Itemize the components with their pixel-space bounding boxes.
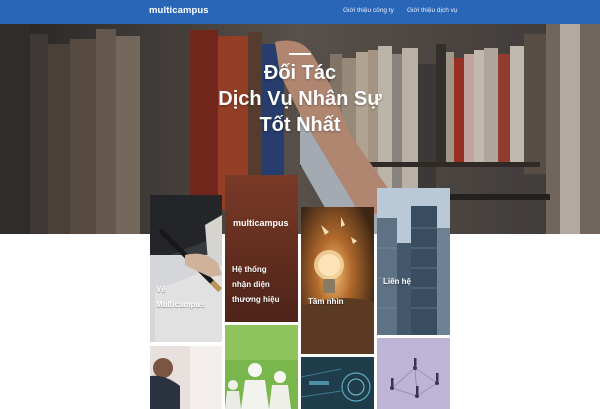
page: multicampus Giới thiệu công ty Giới thiệ… [0, 0, 600, 409]
tile-vision-label: Tầm nhìn [308, 297, 344, 306]
nav-company-intro[interactable]: Giới thiệu công ty [343, 7, 394, 14]
top-nav: multicampus Giới thiệu công ty Giới thiệ… [0, 0, 600, 24]
tile-brand-label-line-2: nhận diện [232, 280, 270, 289]
lightbulb-image [301, 207, 374, 354]
tile-brand-label-line-1: Hệ thống [232, 265, 267, 274]
tile-contact-label: Liên hệ [383, 277, 412, 286]
hero-title-line-2: Dịch Vụ Nhân Sự [218, 88, 382, 110]
person-image [150, 346, 222, 409]
tile-brand-label-line-3: thương hiệu [232, 295, 280, 304]
paper-figures-image [225, 325, 298, 409]
tile-about-label-line-2: Multicampus [156, 300, 205, 309]
tile-vision[interactable]: Tầm nhìn [301, 207, 374, 354]
logo[interactable]: multicampus [149, 5, 209, 16]
pen-writing-image [150, 195, 222, 342]
tile-brand-label: Hệ thống nhận diện thương hiệu [232, 262, 279, 307]
tile-about[interactable]: Về Multicampus [150, 195, 222, 342]
hero-banner: Đối Tác Dịch Vụ Nhân Sự Tốt Nhất [0, 24, 600, 234]
tile-network-people[interactable] [377, 338, 450, 409]
tech-interface-image [301, 357, 374, 409]
hero-decoration-rule [289, 53, 311, 55]
tile-about-label: Về Multicampus [156, 282, 205, 312]
tile-contact[interactable]: Liên hệ [377, 188, 450, 335]
hero-title-line-3: Tốt Nhất [259, 114, 341, 136]
people-network-image [377, 338, 450, 409]
tile-tech-dashboard[interactable] [301, 357, 374, 409]
brand-tile-logo: multicampus [233, 218, 289, 228]
skyscrapers-image [377, 188, 450, 335]
nav-service-intro[interactable]: Giới thiệu dịch vụ [407, 7, 458, 14]
tile-about-label-line-1: Về [156, 285, 166, 294]
tile-person-photo[interactable] [150, 346, 222, 409]
tile-brand-identity[interactable]: multicampus Hệ thống nhận diện thương hi… [225, 175, 298, 322]
hero-title-line-1: Đối Tác [263, 62, 337, 84]
hero-title: Đối Tác Dịch Vụ Nhân Sự Tốt Nhất [0, 60, 600, 138]
tile-family-figures[interactable] [225, 325, 298, 409]
